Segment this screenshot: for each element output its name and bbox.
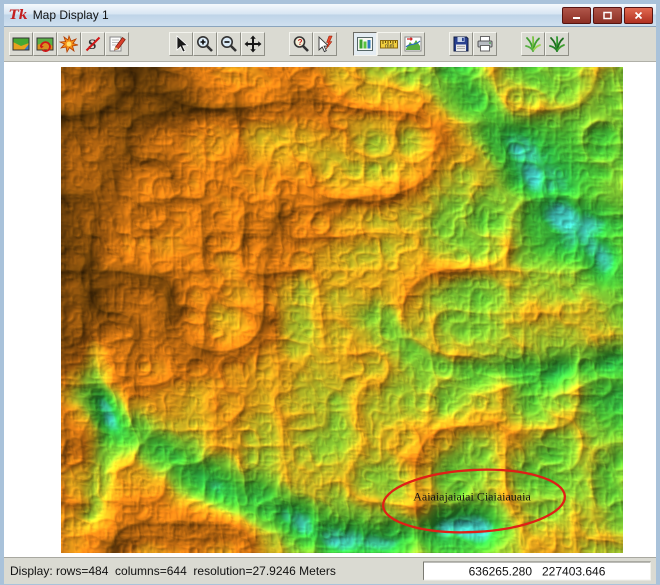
pointer-tool-button[interactable] xyxy=(169,32,193,56)
zoom-in-icon xyxy=(197,36,213,52)
title-bar[interactable]: Tk Map Display 1 xyxy=(4,4,656,27)
save-floppy-icon xyxy=(453,36,469,52)
grass-tools-button[interactable] xyxy=(521,32,545,56)
query-icon: ? xyxy=(293,36,309,52)
maximize-button[interactable] xyxy=(593,6,622,24)
display-info: Display: rows=484 columns=644 resolution… xyxy=(10,564,336,578)
maximize-icon xyxy=(603,11,612,19)
zoom-out-icon xyxy=(221,36,237,52)
minimize-icon xyxy=(573,16,580,19)
save-display-button[interactable] xyxy=(449,32,473,56)
annotation-text: Aaiaiajaiaiai Ciaiaiauaia xyxy=(413,489,531,504)
svg-text:mm: mm xyxy=(385,44,395,50)
erase-display-icon xyxy=(59,34,79,54)
pointer-icon xyxy=(176,35,189,53)
erase-button[interactable] xyxy=(57,32,81,56)
edit-pencil-icon xyxy=(109,36,126,52)
query-feature-button[interactable] xyxy=(313,32,337,56)
print-icon xyxy=(477,36,493,52)
tk-app-icon: Tk xyxy=(9,7,28,23)
display-map-icon xyxy=(12,37,30,51)
overlay-panel-button[interactable] xyxy=(353,32,377,56)
measure-ruler-icon: mm xyxy=(380,40,398,50)
status-bar: Display: rows=484 columns=644 resolution… xyxy=(4,557,656,584)
measure-tool-button[interactable]: mm xyxy=(377,32,401,56)
grass-tools-icon xyxy=(525,36,541,52)
query-feature-icon xyxy=(318,35,333,53)
cancel-draw-icon: S xyxy=(85,36,101,53)
close-button[interactable] xyxy=(624,6,653,24)
window-title: Map Display 1 xyxy=(32,8,109,22)
close-icon xyxy=(634,11,643,19)
display-map-button[interactable] xyxy=(9,32,33,56)
grass-modules-button[interactable] xyxy=(545,32,569,56)
window-controls xyxy=(562,6,653,24)
profile-chart-icon xyxy=(404,36,422,52)
redraw-map-icon xyxy=(36,37,54,53)
print-display-button[interactable] xyxy=(473,32,497,56)
minimize-button[interactable] xyxy=(562,6,591,24)
zoom-out-tool-button[interactable] xyxy=(217,32,241,56)
svg-text:?: ? xyxy=(298,38,303,47)
coordinate-display: 636265.280 227403.646 xyxy=(423,561,651,581)
zoom-in-tool-button[interactable] xyxy=(193,32,217,56)
overlay-panel-icon xyxy=(357,37,373,51)
profile-tool-button[interactable] xyxy=(401,32,425,56)
redraw-button[interactable] xyxy=(33,32,57,56)
toolbar: S xyxy=(4,27,656,62)
grass-modules-icon xyxy=(549,36,565,52)
pan-tool-button[interactable] xyxy=(241,32,265,56)
query-tool-button[interactable]: ? xyxy=(289,32,313,56)
edit-overlay-button[interactable] xyxy=(105,32,129,56)
cancel-draw-button[interactable]: S xyxy=(81,32,105,56)
map-display-window: Tk Map Display 1 ? mm Aaiaiajaiaiai Ciai… xyxy=(0,0,660,585)
elevation-raster-map[interactable] xyxy=(61,67,623,553)
pan-icon xyxy=(244,35,262,53)
map-canvas-area[interactable]: Aaiaiajaiaiai Ciaiaiauaia xyxy=(4,62,656,557)
